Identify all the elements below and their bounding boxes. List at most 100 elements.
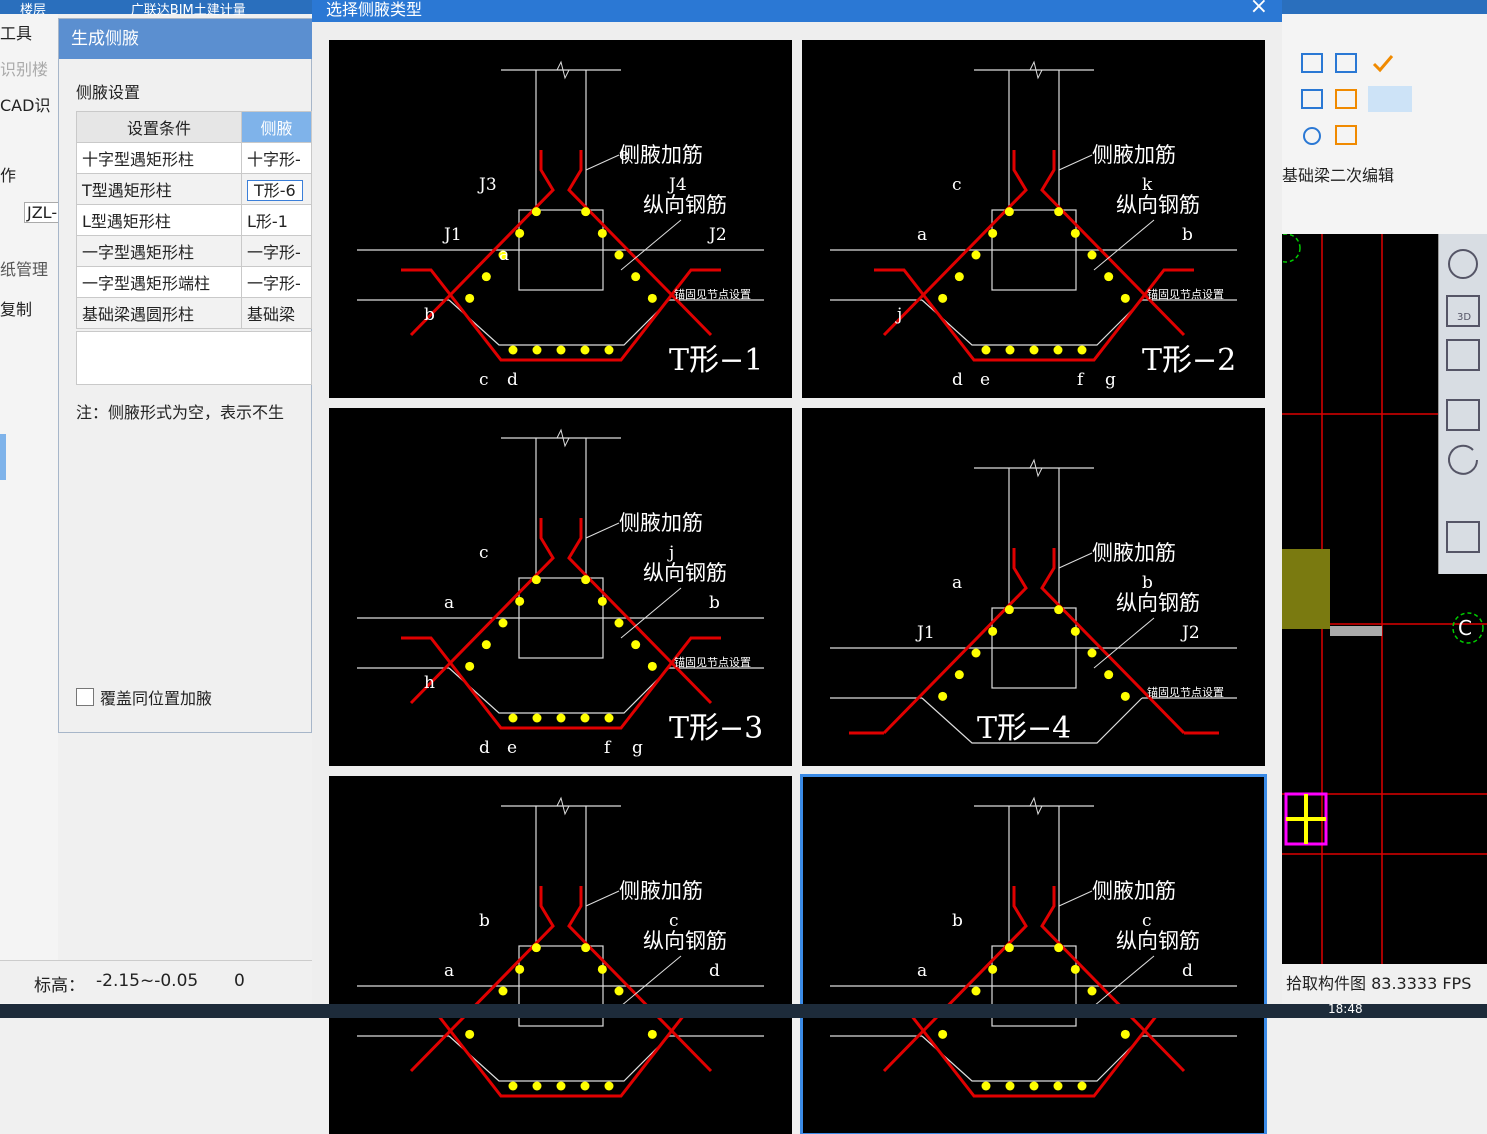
active-tool-icon[interactable]	[1368, 86, 1412, 112]
haunch-diagram: 侧腋加筋纵向钢筋锚固见节点设置 T形−1 J1 J2 J3 J4 b e a c d	[357, 60, 764, 390]
table-row-condition[interactable]: 十字型遇矩形柱	[76, 142, 242, 174]
table-row-condition[interactable]: 基础梁遇圆形柱	[76, 297, 242, 329]
fps-status: 拾取构件图 83.3333 FPS	[1282, 964, 1487, 1004]
haunch-type-option[interactable]: 侧腋加筋 纵向钢筋 a d b c	[329, 776, 792, 1134]
dimension-letter: f	[604, 738, 612, 758]
table-row-value[interactable]: 十字形-	[241, 142, 312, 174]
haunch-type-name: T形−4	[977, 711, 1071, 746]
dimension-mark: J4	[667, 175, 687, 195]
dimension-mark: a	[917, 225, 927, 245]
dimension-mark: a	[444, 961, 454, 981]
table-row-value-editing[interactable]: T形-6	[241, 173, 312, 205]
haunch-value-input[interactable]: T形-6	[247, 180, 303, 201]
menu-drawing-manage[interactable]: 纸管理	[0, 256, 48, 280]
foundation-beam-edit[interactable]: 基础梁二次编辑	[1282, 162, 1394, 186]
label-anchor: 锚固见节点设置	[1147, 287, 1224, 301]
generate-haunch-title: 生成侧腋	[59, 19, 313, 59]
table-row-value[interactable]: L形-1	[241, 204, 312, 236]
grid-icon[interactable]	[1335, 125, 1357, 145]
select-icon[interactable]	[1301, 89, 1323, 109]
view-top-icon[interactable]	[1446, 339, 1480, 371]
left-background-panel: 工具 识别楼 CAD识 作 JZL- 纸管理 复制	[0, 14, 61, 1004]
dimension-letter: g	[1105, 370, 1116, 390]
table-row-condition[interactable]: 一字型遇矩形端柱	[76, 266, 242, 298]
generate-haunch-dialog: 生成侧腋 侧腋设置 设置条件 侧腋 十字型遇矩形柱 十字形- T型遇矩形柱 T形…	[58, 18, 313, 733]
dimension-mark: a	[499, 245, 509, 265]
table-row-condition[interactable]: L型遇矩形柱	[76, 204, 242, 236]
view-side-icon[interactable]	[1446, 399, 1480, 431]
dimension-mark: b	[424, 305, 435, 325]
haunch-type-option[interactable]: 侧腋加筋 纵向钢筋 a d b c	[800, 774, 1267, 1134]
haunch-type-name: T形−2	[1142, 343, 1236, 378]
label-long-rebar: 纵向钢筋	[1116, 193, 1200, 217]
haunch-type-option[interactable]: 侧腋加筋 纵向钢筋 锚固见节点设置 T形−4 J1 J2 a b	[802, 408, 1265, 766]
table-row-value[interactable]: 基础梁	[241, 297, 312, 329]
label-anchor: 锚固见节点设置	[674, 655, 751, 669]
menu-identify-floor[interactable]: 识别楼	[0, 56, 48, 80]
rotate-icon[interactable]	[1448, 444, 1478, 475]
column-header-condition: 设置条件	[76, 111, 242, 143]
haunch-type-option[interactable]: 侧腋加筋 纵向钢筋 锚固见节点设置 T形−2 a b c k j d e f g	[802, 40, 1265, 398]
dimension-letter: e	[980, 370, 990, 390]
haunch-settings-label: 侧腋设置	[76, 83, 141, 102]
table-row-condition[interactable]: T型遇矩形柱	[76, 173, 242, 205]
dimension-mark: c	[952, 175, 962, 195]
overwrite-haunch-checkbox[interactable]: 覆盖同位置加腋	[76, 685, 212, 709]
app-title: 广联达BIM土建计量	[130, 3, 246, 18]
taskbar: 18:48	[0, 1002, 1487, 1018]
filter-icon[interactable]	[1301, 53, 1323, 73]
dimension-mark: c	[479, 543, 489, 563]
dimension-letter: d	[507, 370, 518, 390]
dialog-title-bar: 选择侧腋类型 ×	[312, 0, 1282, 22]
label-side-rebar: 侧腋加筋	[1092, 879, 1176, 903]
dimension-mark: b	[1182, 225, 1193, 245]
toolbar-icons	[1301, 53, 1412, 145]
dimension-mark: j	[895, 305, 902, 325]
dimension-mark: d	[709, 961, 720, 981]
column-header-haunch[interactable]: 侧腋	[241, 111, 312, 143]
layer-icon[interactable]	[1446, 521, 1480, 553]
dimension-mark: c	[1142, 911, 1152, 931]
haunch-settings-table: 设置条件 侧腋 十字型遇矩形柱 十字形- T型遇矩形柱 T形-6 L型遇矩形柱 …	[76, 111, 312, 329]
haunch-note: 注：侧腋形式为空，表示不生	[76, 403, 285, 422]
elevation-value: -2.15~-0.05	[96, 971, 199, 991]
table-empty-area	[76, 331, 312, 385]
view-tools-panel: 3D	[1438, 234, 1487, 574]
haunch-type-name: T形−1	[669, 343, 763, 378]
check-icon[interactable]	[1372, 55, 1394, 73]
selection-marker	[0, 434, 6, 480]
haunch-type-option[interactable]: 侧腋加筋 纵向钢筋 锚固见节点设置 T形−1 J1 J2 J3 J4 b e a c d	[329, 40, 792, 398]
checkbox-box[interactable]	[76, 688, 94, 706]
haunch-type-name: T形−3	[669, 711, 763, 746]
tool-icon[interactable]	[1335, 53, 1357, 73]
dimension-mark: j	[667, 543, 674, 563]
right-background-panel: 基础梁二次编辑 C 3D 拾取构件图 83.3333 FPS	[1271, 14, 1487, 1004]
table-row-value[interactable]: 一字形-	[241, 266, 312, 298]
dimension-mark: J3	[477, 175, 497, 195]
label-side-rebar: 侧腋加筋	[619, 143, 703, 167]
table-row-value[interactable]: 一字形-	[241, 235, 312, 267]
node-icon[interactable]	[1303, 127, 1321, 145]
dimension-mark: b	[1142, 573, 1153, 593]
component-select[interactable]: JZL-	[24, 202, 61, 223]
label-long-rebar: 纵向钢筋	[643, 929, 727, 953]
close-icon[interactable]: ×	[1250, 0, 1268, 19]
menu-operation[interactable]: 作	[0, 162, 16, 186]
view-3d-label: 3D	[1457, 312, 1472, 323]
dimension-mark: a	[444, 593, 454, 613]
dimension-mark: a	[952, 573, 962, 593]
haunch-diagram: 侧腋加筋纵向钢筋锚固见节点设置 T形−4 J1 J2 a b	[830, 458, 1237, 746]
list-icon[interactable]	[1335, 89, 1357, 109]
label-long-rebar: 纵向钢筋	[643, 193, 727, 217]
menu-tools[interactable]: 工具	[0, 20, 32, 44]
haunch-diagram: 侧腋加筋纵向钢筋 a d b c	[357, 796, 764, 1098]
checkbox-label: 覆盖同位置加腋	[100, 689, 213, 708]
menu-cad-identify[interactable]: CAD识	[0, 92, 50, 116]
haunch-type-option[interactable]: 侧腋加筋 纵向钢筋 锚固见节点设置 T形−3 a b c j h d e f g	[329, 408, 792, 766]
table-row-condition[interactable]: 一字型遇矩形柱	[76, 235, 242, 267]
label-long-rebar: 纵向钢筋	[1116, 591, 1200, 615]
orbit-icon[interactable]	[1448, 249, 1478, 279]
menu-copy[interactable]: 复制	[0, 296, 32, 320]
select-haunch-type-dialog: 选择侧腋类型 × 侧腋加筋 纵向钢筋 锚固见节点设置 T形−1 J1 J2 J3 J4 b e a c…	[312, 0, 1282, 1134]
dimension-mark: d	[1182, 961, 1193, 981]
